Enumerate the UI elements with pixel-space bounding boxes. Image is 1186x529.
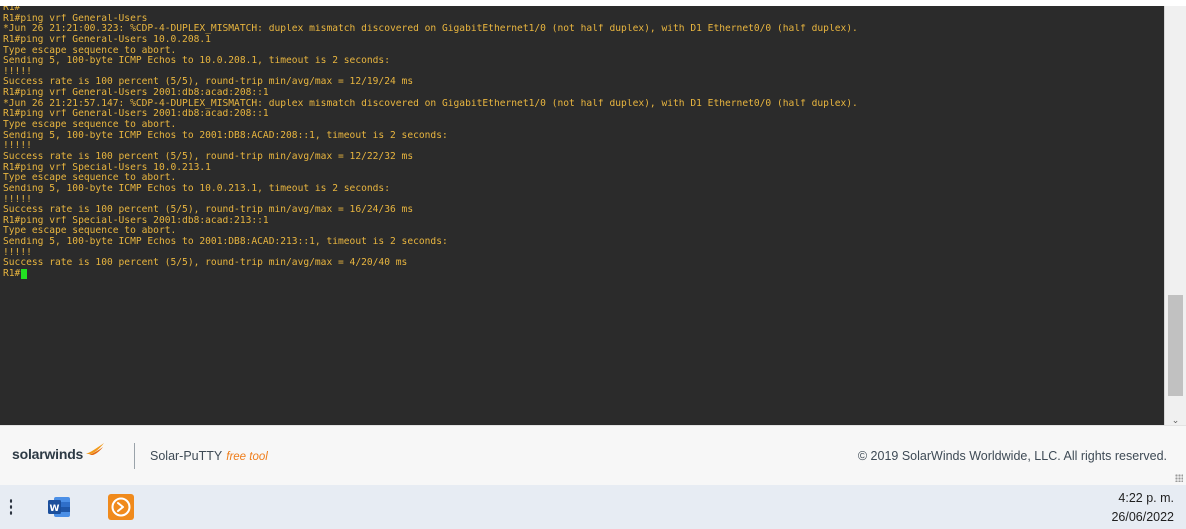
terminal-line: *Jun 26 21:21:00.323: %CDP-4-DUPLEX_MISM…	[3, 24, 858, 35]
svg-text:W: W	[50, 504, 60, 514]
system-clock[interactable]: 4:22 p. m. 26/06/2022	[1111, 489, 1174, 527]
banner-divider	[134, 443, 135, 469]
product-title: Solar-PuTTY free tool	[150, 449, 268, 463]
terminal-line: R1#ping vrf General-Users 2001:db8:acad:…	[3, 88, 269, 99]
scrollbar-thumb[interactable]	[1168, 295, 1183, 396]
clock-date: 26/06/2022	[1111, 510, 1174, 524]
terminal-line: R1#ping vrf General-Users	[3, 13, 148, 24]
terminal-line: !!!!!	[3, 66, 32, 77]
taskbar-handle-icon	[9, 498, 13, 516]
terminal-line: R1#ping vrf General-Users 10.0.208.1	[3, 34, 211, 45]
terminal-line: R1#ping vrf General-Users 2001:db8:acad:…	[3, 109, 269, 120]
solarwinds-flame-icon	[86, 443, 105, 455]
terminal-line: Sending 5, 100-byte ICMP Echos to 2001:D…	[3, 237, 448, 248]
solarputty-icon[interactable]	[108, 494, 134, 520]
word-icon[interactable]: W	[48, 497, 70, 517]
terminal-line: Success rate is 100 percent (5/5), round…	[3, 151, 414, 162]
terminal-line: Success rate is 100 percent (5/5), round…	[3, 258, 408, 269]
resize-grip[interactable]	[1175, 474, 1183, 482]
terminal-line: Type escape sequence to abort.	[3, 226, 177, 237]
terminal-line: R1#ping vrf Special-Users 10.0.213.1	[3, 162, 211, 173]
product-tag: free tool	[226, 451, 268, 463]
chevron-down-icon[interactable]: ⌄	[1168, 415, 1183, 425]
brand-name: solarwinds	[12, 446, 84, 462]
solarwinds-logo: solarwinds	[12, 443, 105, 462]
taskbar: W 4:22 p. m. 26/06/2022	[0, 485, 1186, 529]
terminal-line: !!!!!	[3, 141, 32, 152]
copyright-notice: © 2019 SolarWinds Worldwide, LLC. All ri…	[857, 449, 1167, 463]
terminal-line: Success rate is 100 percent (5/5), round…	[3, 205, 414, 216]
clock-time: 4:22 p. m.	[1118, 491, 1174, 505]
terminal-line: !!!!!	[3, 194, 32, 205]
terminal-line: Type escape sequence to abort.	[3, 45, 177, 56]
text-cursor	[21, 269, 28, 280]
terminal-line: Type escape sequence to abort.	[3, 173, 177, 184]
solarputty-footer-banner: solarwinds Solar-PuTTY free tool © 2019 S…	[0, 425, 1186, 485]
terminal-line: Sending 5, 100-byte ICMP Echos to 10.0.2…	[3, 183, 390, 194]
terminal-prompt: R1#	[3, 269, 21, 280]
product-name: Solar-PuTTY	[150, 449, 223, 463]
terminal-line: R1#	[3, 6, 21, 13]
terminal-line: Success rate is 100 percent (5/5), round…	[3, 77, 414, 88]
terminal-line: R1#ping vrf Special-Users 2001:db8:acad:…	[3, 215, 269, 226]
terminal-line: Sending 5, 100-byte ICMP Echos to 10.0.2…	[3, 56, 390, 67]
terminal-line: Type escape sequence to abort.	[3, 120, 177, 131]
terminal-output[interactable]: R1# R1#ping vrf General-Users *Jun 26 21:2…	[0, 6, 1164, 425]
terminal-line: Sending 5, 100-byte ICMP Echos to 2001:D…	[3, 130, 448, 141]
terminal-prompt-line[interactable]: R1#	[3, 269, 1160, 280]
vertical-scrollbar[interactable]: ⌄	[1164, 6, 1186, 425]
terminal-line: !!!!!	[3, 247, 32, 258]
terminal-line: *Jun 26 21:21:57.147: %CDP-4-DUPLEX_MISM…	[3, 98, 858, 109]
terminal-lines: R1# R1#ping vrf General-Users *Jun 26 21:2…	[3, 6, 1160, 280]
